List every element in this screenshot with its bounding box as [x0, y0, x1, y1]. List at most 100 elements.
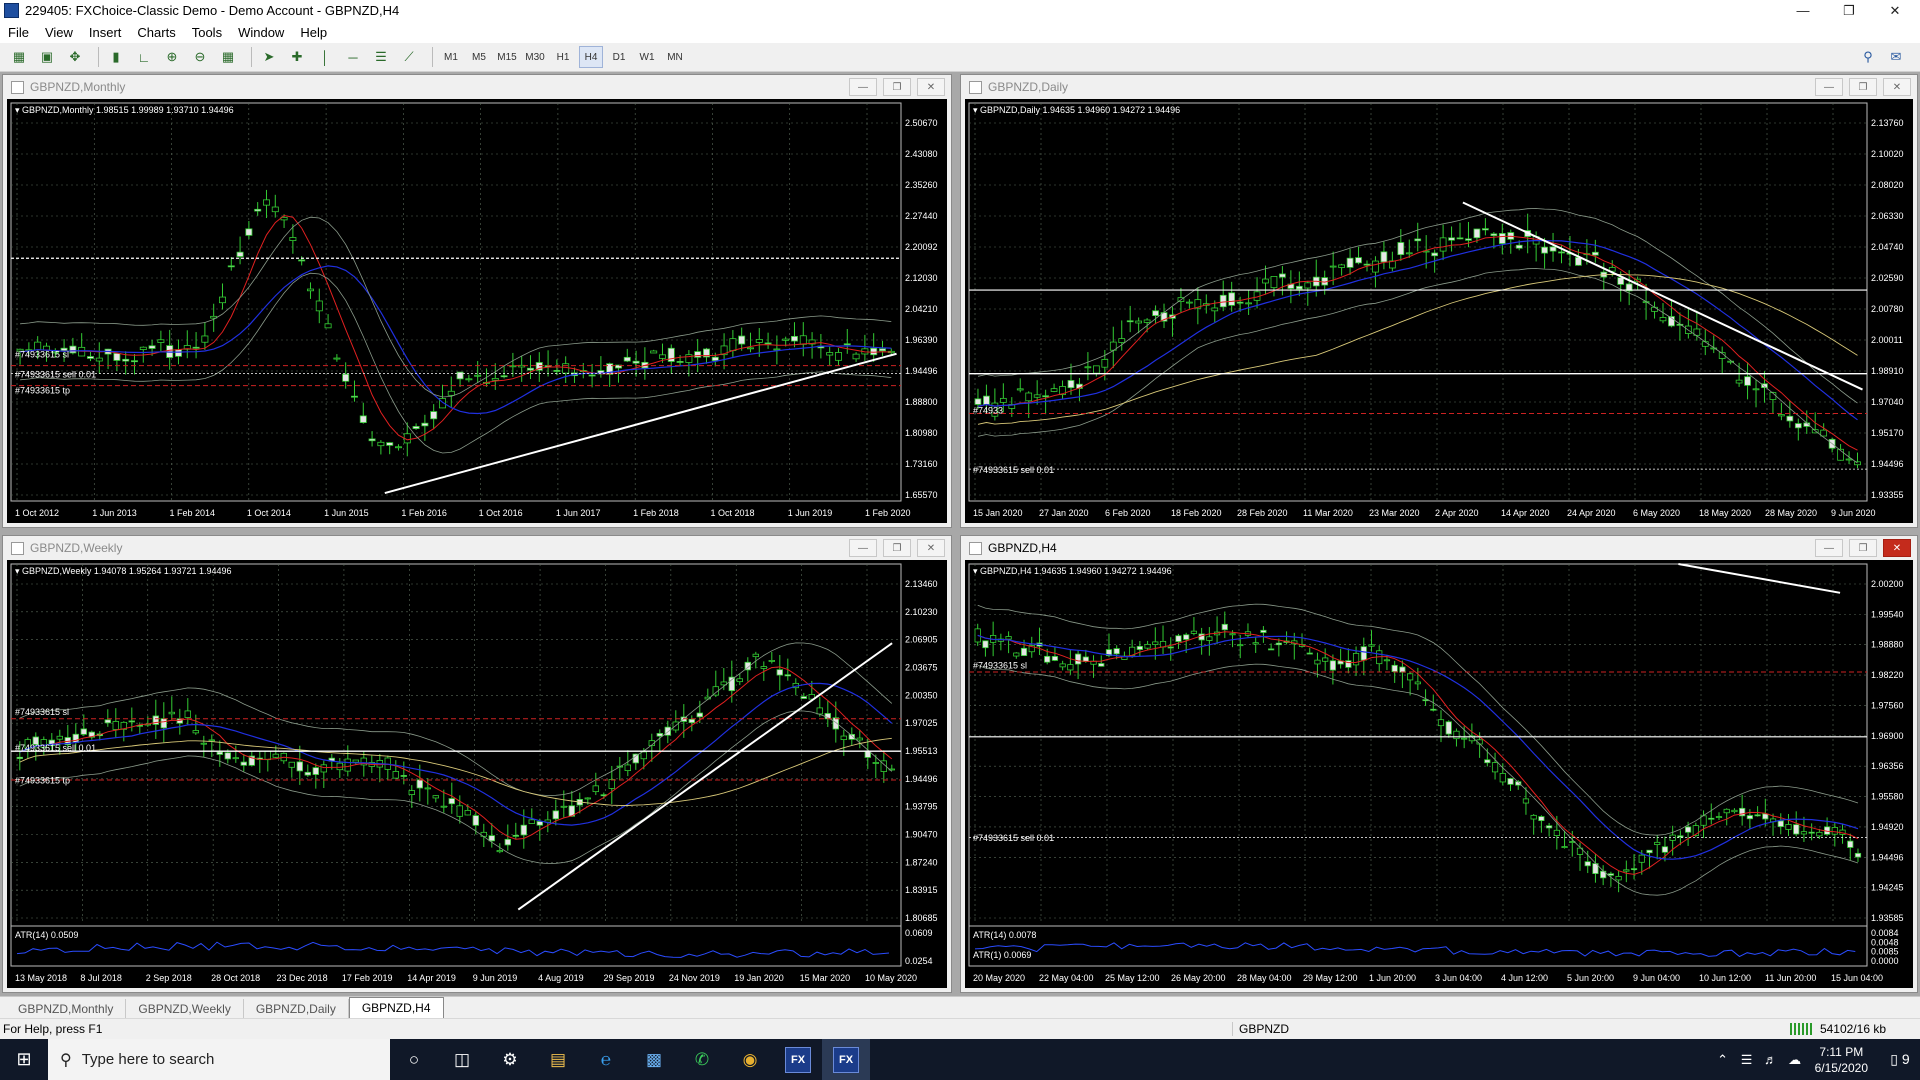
candle	[333, 357, 341, 360]
candle	[104, 719, 111, 724]
status-help-text: For Help, press F1	[3, 1022, 103, 1036]
zoom-out-icon[interactable]: ⊖	[189, 46, 211, 68]
candle	[447, 390, 455, 396]
fxchoice-terminal-active-icon[interactable]: FX	[822, 1039, 870, 1080]
candle	[1405, 252, 1413, 255]
candle	[430, 411, 438, 420]
trendline-icon[interactable]: ⟋	[398, 46, 420, 68]
remote-desktop-icon[interactable]: ▩	[630, 1039, 678, 1080]
window-restore-button[interactable]: ❐	[883, 78, 911, 96]
close-button[interactable]: ✕	[1872, 0, 1918, 21]
clock-date: 6/15/2020	[1814, 1060, 1868, 1075]
chart-area-weekly[interactable]: 2.13460 2.10230 2.06905 2.03675 2.00350 1.970…	[7, 560, 947, 988]
taskbar-search-input[interactable]: ⚲ Type here to search	[48, 1039, 390, 1080]
timeframe-m5[interactable]: M5	[467, 46, 491, 68]
file-explorer-icon[interactable]: ▤	[534, 1039, 582, 1080]
chrome-icon[interactable]: ◉	[726, 1039, 774, 1080]
fxchoice-terminal-icon[interactable]: FX	[774, 1039, 822, 1080]
candle	[1715, 816, 1723, 818]
date-label: 29 Sep 2019	[603, 973, 654, 983]
candle	[456, 371, 464, 380]
menu-window[interactable]: Window	[230, 25, 292, 40]
timeframe-h1[interactable]: H1	[551, 46, 575, 68]
windows-start-icon[interactable]: ⊞	[0, 1039, 48, 1080]
tab-gbpnzd-daily[interactable]: GBPNZD,Daily	[244, 999, 349, 1018]
chart-window-title: GBPNZD,Weekly	[30, 541, 123, 555]
menu-insert[interactable]: Insert	[81, 25, 130, 40]
search-placeholder: Type here to search	[81, 1051, 215, 1068]
notifications-icon[interactable]: ▯ 9	[1880, 1051, 1920, 1068]
timeframe-m15[interactable]: M15	[495, 46, 519, 68]
chat-icon[interactable]: ✉	[1886, 47, 1906, 67]
line-chart-icon[interactable]: ∟	[133, 46, 155, 68]
vertical-line-icon[interactable]: │	[314, 46, 336, 68]
tray-chevron-icon[interactable]: ⌃	[1711, 1052, 1735, 1068]
new-chart-icon[interactable]: ▦	[8, 46, 30, 68]
app-pinned-icon[interactable]: ⚙	[486, 1039, 534, 1080]
price-label: 1.83915	[905, 885, 938, 895]
crosshair-icon[interactable]: ✚	[286, 46, 308, 68]
tab-gbpnzd-weekly[interactable]: GBPNZD,Weekly	[126, 999, 244, 1018]
atr-scale-label: 0.0609	[905, 928, 933, 938]
cortana-icon[interactable]: ○	[390, 1039, 438, 1080]
task-view-icon[interactable]: ◫	[438, 1039, 486, 1080]
window-close-button[interactable]: ✕	[1883, 539, 1911, 557]
cursor-icon[interactable]: ➤	[258, 46, 280, 68]
tab-gbpnzd-h4[interactable]: GBPNZD,H4	[348, 997, 444, 1018]
chart-window-monthly[interactable]: GBPNZD,Monthly — ❐ ✕ 2.50670 2.43080 2.35260…	[2, 74, 952, 528]
chart-window-h4[interactable]: GBPNZD,H4 — ❐ ✕ 2.00200 1.99540 1.98880 1.982…	[960, 535, 1918, 993]
timeframe-mn[interactable]: MN	[663, 46, 687, 68]
tile-windows-icon[interactable]: ▦	[217, 46, 239, 68]
bar-chart-icon[interactable]: ▮	[105, 46, 127, 68]
chart-window-daily[interactable]: GBPNZD,Daily — ❐ ✕ 2.13760 2.10020 2.08020 2.…	[960, 74, 1918, 528]
timeframe-m30[interactable]: M30	[523, 46, 547, 68]
menu-tools[interactable]: Tools	[184, 25, 230, 40]
window-restore-button[interactable]: ❐	[1849, 78, 1877, 96]
window-restore-button[interactable]: ❐	[883, 539, 911, 557]
candle	[1101, 359, 1109, 368]
edge-browser-icon[interactable]: ℮	[582, 1039, 630, 1080]
window-restore-button[interactable]: ❐	[1849, 539, 1877, 557]
timeframe-d1[interactable]: D1	[607, 46, 631, 68]
candle	[432, 795, 439, 799]
chart-area-daily[interactable]: 2.13760 2.10020 2.08020 2.06330 2.04740 2.025…	[965, 99, 1913, 523]
candle	[208, 739, 215, 742]
menu-bar: File View Insert Charts Tools Window Hel…	[0, 21, 1920, 43]
menu-charts[interactable]: Charts	[129, 25, 183, 40]
taskbar-clock[interactable]: 7:11 PM 6/15/2020	[1815, 1044, 1868, 1076]
zoom-in-icon[interactable]: ⊕	[161, 46, 183, 68]
window-close-button[interactable]: ✕	[917, 539, 945, 557]
tab-gbpnzd-monthly[interactable]: GBPNZD,Monthly	[6, 999, 127, 1018]
network-icon[interactable]: ☰	[1735, 1052, 1759, 1068]
candle	[1708, 817, 1715, 820]
chart-svg: 2.00200 1.99540 1.98880 1.98220 1.97560 1.969…	[968, 563, 1904, 983]
window-minimize-button[interactable]: —	[849, 78, 877, 96]
timeframe-h4[interactable]: H4	[579, 46, 603, 68]
menu-file[interactable]: File	[0, 25, 37, 40]
onedrive-icon[interactable]: ☁	[1783, 1052, 1807, 1068]
chart-area-h4[interactable]: 2.00200 1.99540 1.98880 1.98220 1.97560 1.969…	[965, 560, 1913, 988]
crosshair-move-icon[interactable]: ✥	[64, 46, 86, 68]
channel-icon[interactable]: ☰	[370, 46, 392, 68]
candle	[1735, 379, 1743, 384]
menu-help[interactable]: Help	[292, 25, 335, 40]
maximize-button[interactable]: ❐	[1826, 0, 1872, 21]
whatsapp-icon[interactable]: ✆	[678, 1039, 726, 1080]
candle	[1050, 388, 1058, 392]
timeframe-m1[interactable]: M1	[439, 46, 463, 68]
timeframe-w1[interactable]: W1	[635, 46, 659, 68]
volume-icon[interactable]: ♬	[1759, 1052, 1783, 1067]
chart-window-weekly[interactable]: GBPNZD,Weekly — ❐ ✕ 2.13460 2.10230 2.06905 2…	[2, 535, 952, 993]
search-icon[interactable]: ⚲	[1858, 47, 1878, 67]
window-minimize-button[interactable]: —	[849, 539, 877, 557]
date-label: 9 Jun 2020	[1831, 508, 1876, 518]
window-minimize-button[interactable]: —	[1815, 539, 1843, 557]
minimize-button[interactable]: —	[1780, 0, 1826, 21]
window-minimize-button[interactable]: —	[1815, 78, 1843, 96]
chart-area-monthly[interactable]: 2.50670 2.43080 2.35260 2.27440 2.20092 2.120…	[7, 99, 947, 523]
window-close-button[interactable]: ✕	[1883, 78, 1911, 96]
menu-view[interactable]: View	[37, 25, 81, 40]
horizontal-line-icon[interactable]: ─	[342, 46, 364, 68]
window-close-button[interactable]: ✕	[917, 78, 945, 96]
profiles-icon[interactable]: ▣	[36, 46, 58, 68]
